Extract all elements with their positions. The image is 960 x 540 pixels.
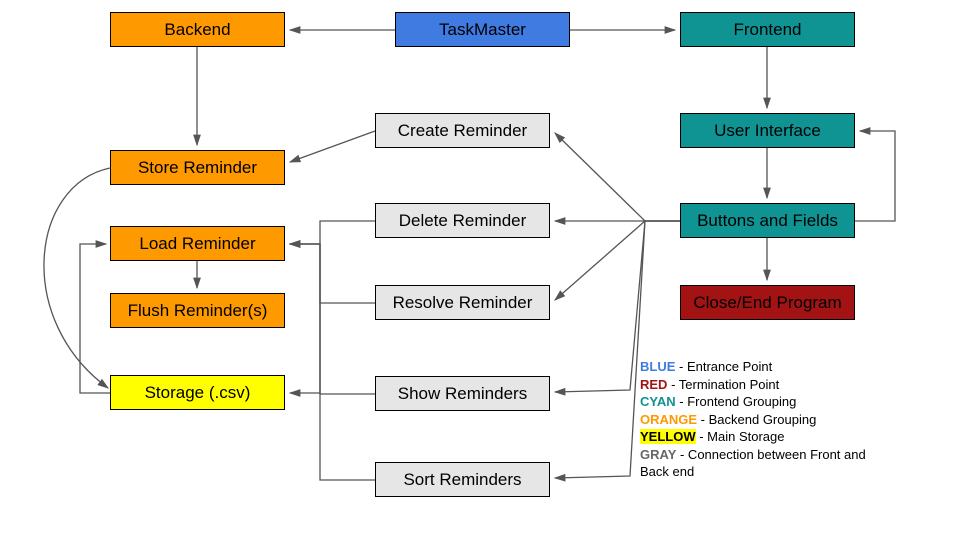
node-label: Load Reminder	[139, 234, 255, 254]
node-sort-reminders: Sort Reminders	[375, 462, 550, 497]
node-frontend: Frontend	[680, 12, 855, 47]
node-label: Flush Reminder(s)	[128, 301, 268, 321]
node-label: TaskMaster	[439, 20, 526, 40]
node-label: Buttons and Fields	[697, 211, 838, 231]
legend-row-yellow: YELLOW - Main Storage	[640, 428, 940, 446]
legend-row-gray: GRAY - Connection between Front and	[640, 446, 940, 464]
node-load-reminder: Load Reminder	[110, 226, 285, 261]
legend-row-gray2: Back end	[640, 463, 940, 481]
node-label: Create Reminder	[398, 121, 527, 141]
node-label: Backend	[164, 20, 230, 40]
node-label: Store Reminder	[138, 158, 257, 178]
node-label: User Interface	[714, 121, 821, 141]
node-show-reminders: Show Reminders	[375, 376, 550, 411]
node-delete-reminder: Delete Reminder	[375, 203, 550, 238]
node-label: Show Reminders	[398, 384, 527, 404]
node-user-interface: User Interface	[680, 113, 855, 148]
node-label: Close/End Program	[693, 293, 841, 313]
node-label: Delete Reminder	[399, 211, 527, 231]
legend-row-orange: ORANGE - Backend Grouping	[640, 411, 940, 429]
node-flush-reminder: Flush Reminder(s)	[110, 293, 285, 328]
node-label: Storage (.csv)	[145, 383, 251, 403]
node-buttons-fields: Buttons and Fields	[680, 203, 855, 238]
node-create-reminder: Create Reminder	[375, 113, 550, 148]
node-label: Sort Reminders	[403, 470, 521, 490]
legend: BLUE - Entrance Point RED - Termination …	[640, 358, 940, 481]
legend-row-red: RED - Termination Point	[640, 376, 940, 394]
node-resolve-reminder: Resolve Reminder	[375, 285, 550, 320]
node-label: Resolve Reminder	[393, 293, 533, 313]
node-label: Frontend	[733, 20, 801, 40]
node-close-program: Close/End Program	[680, 285, 855, 320]
legend-row-cyan: CYAN - Frontend Grouping	[640, 393, 940, 411]
node-store-reminder: Store Reminder	[110, 150, 285, 185]
node-storage: Storage (.csv)	[110, 375, 285, 410]
node-taskmaster: TaskMaster	[395, 12, 570, 47]
legend-row-blue: BLUE - Entrance Point	[640, 358, 940, 376]
node-backend: Backend	[110, 12, 285, 47]
